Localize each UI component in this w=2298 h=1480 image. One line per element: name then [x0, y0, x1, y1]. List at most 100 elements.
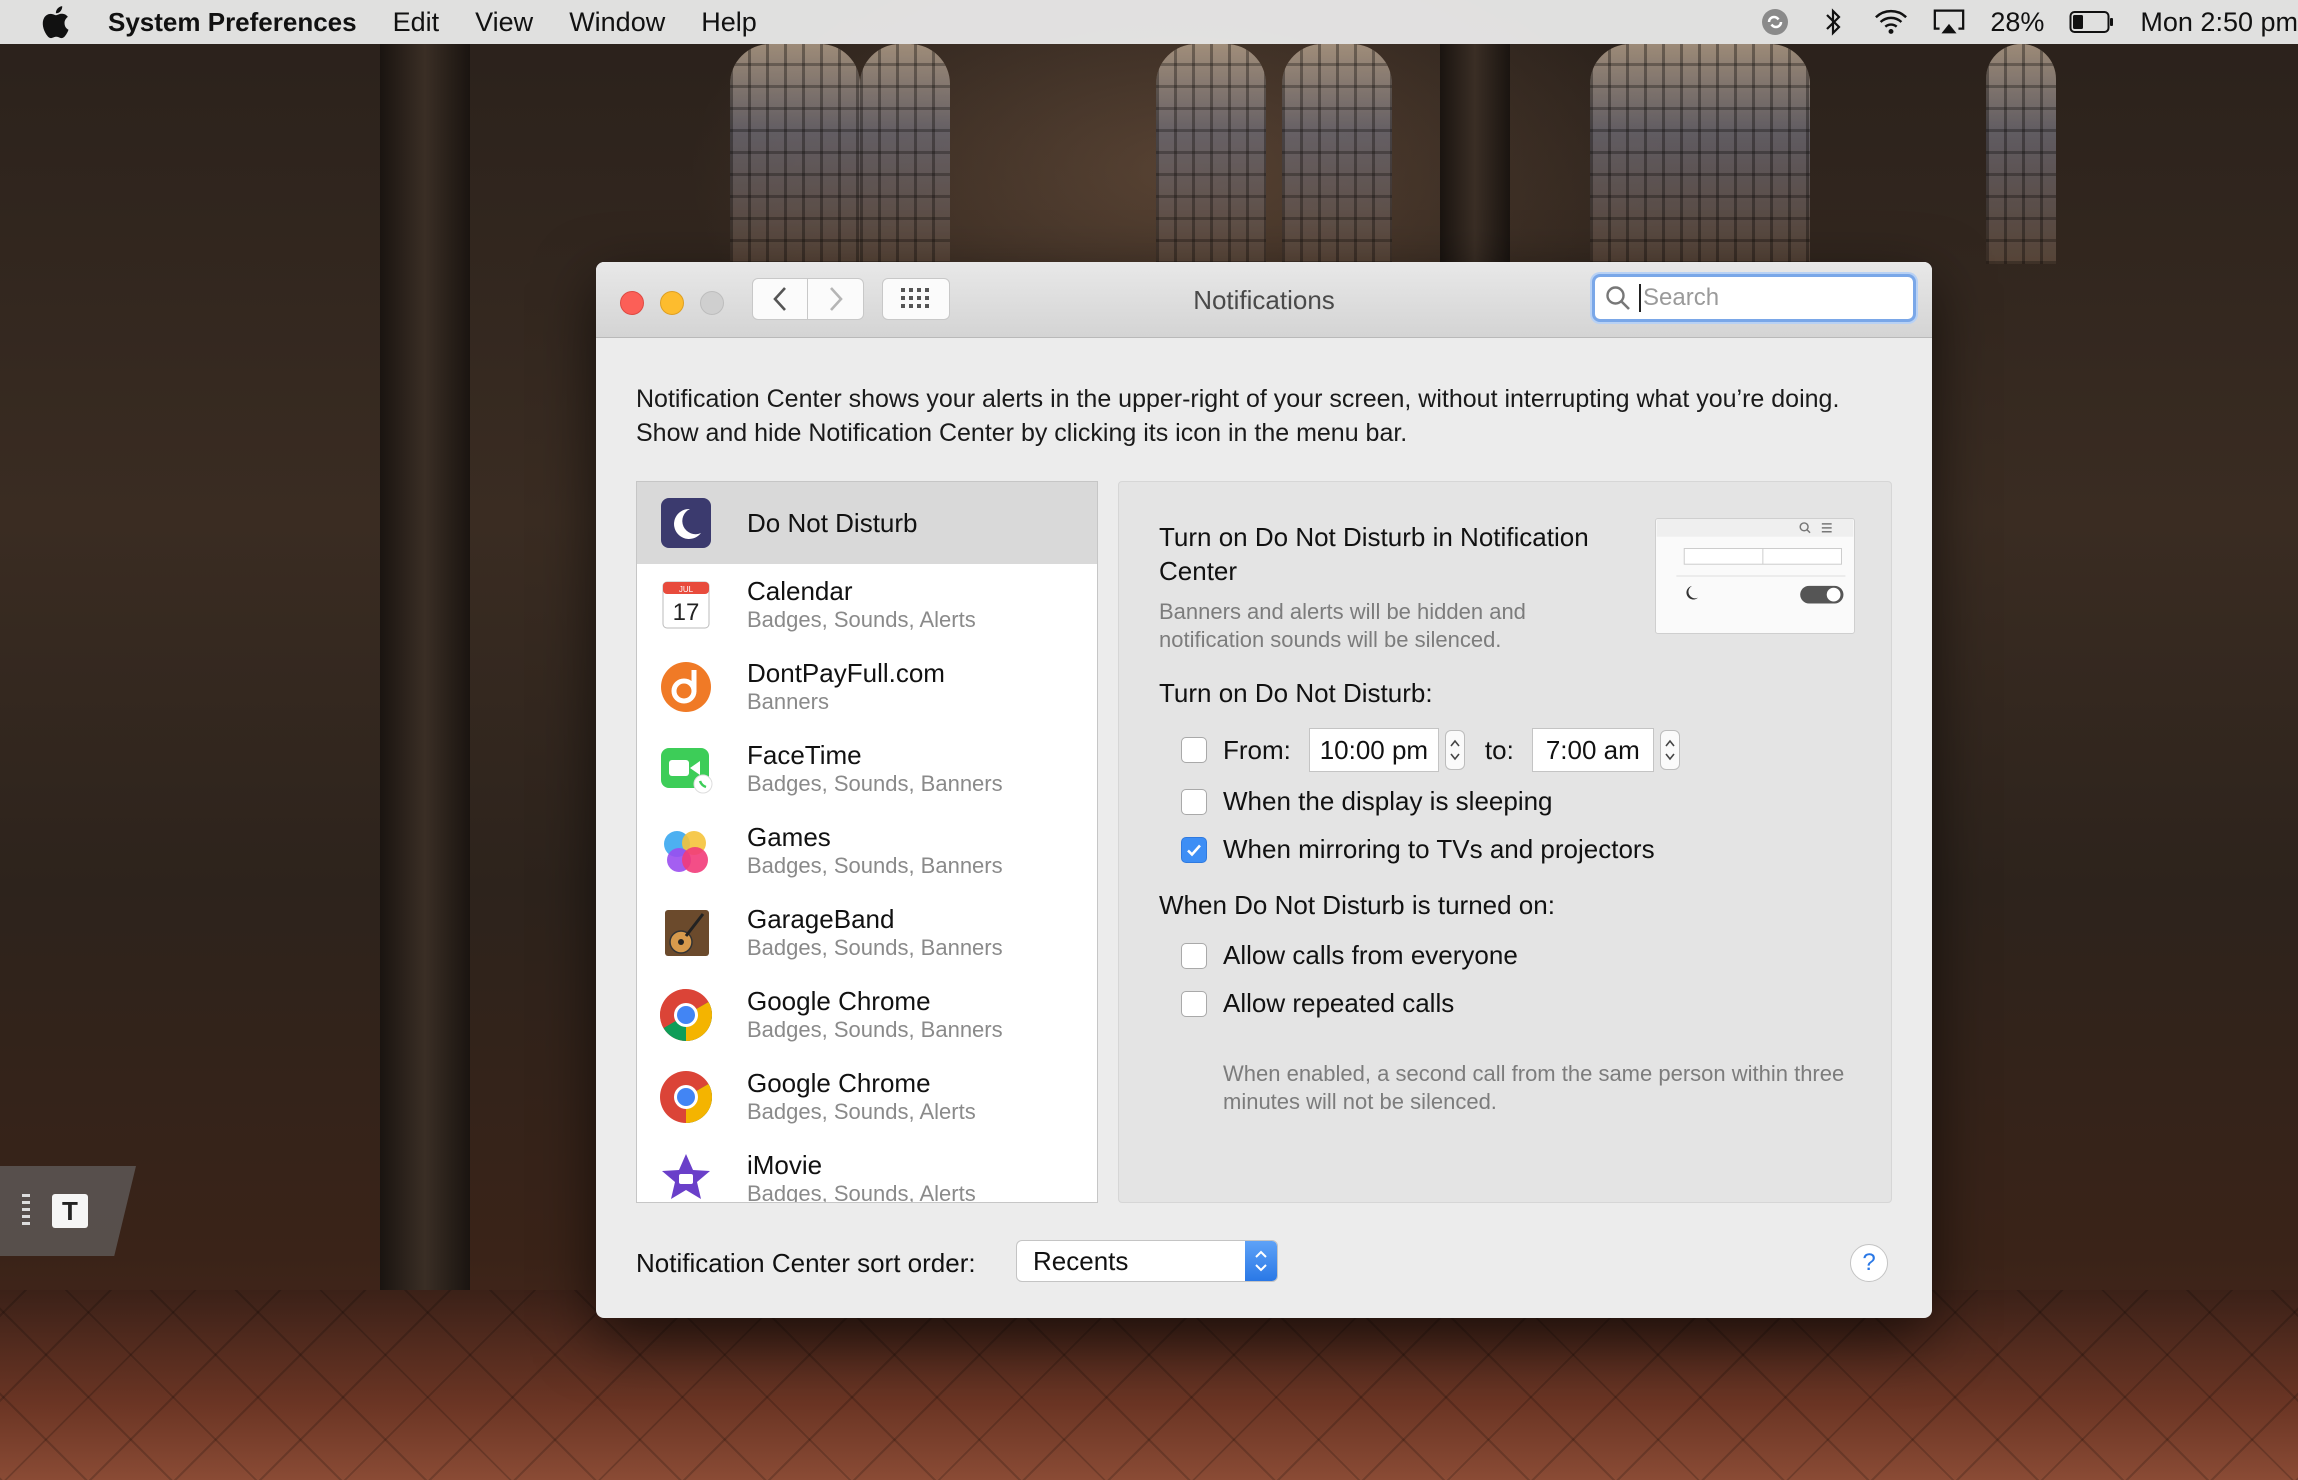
mirroring-checkbox[interactable]	[1181, 836, 1207, 863]
checkmark-icon	[1187, 844, 1201, 856]
sort-order-select[interactable]: Recents	[1016, 1240, 1278, 1282]
creative-cloud-icon[interactable]	[1758, 7, 1792, 37]
list-item-games[interactable]: Games Badges, Sounds, Banners	[637, 810, 1097, 892]
chevron-right-icon	[829, 287, 843, 311]
notifications-window: Notifications Notification Center shows …	[596, 262, 1932, 1318]
repeated-note: When enabled, a second call from the sam…	[1223, 1061, 1845, 1114]
menu-app-name[interactable]: System Preferences	[108, 7, 357, 37]
facetime-icon	[661, 748, 713, 794]
app-alert-style: Banners	[747, 689, 829, 714]
close-button[interactable]	[620, 291, 644, 315]
intro-text: Notification Center shows your alerts in…	[636, 385, 1840, 447]
minimize-button[interactable]	[660, 291, 684, 315]
app-name: GarageBand	[747, 904, 895, 934]
list-item-calendar[interactable]: JUL 17 Calendar Badges, Sounds, Alerts	[637, 564, 1097, 646]
airplay-icon[interactable]	[1932, 7, 1966, 37]
bg-pillar	[380, 44, 470, 1480]
stepper-arrows-icon	[1450, 739, 1460, 761]
app-alert-style: Badges, Sounds, Alerts	[747, 1181, 976, 1203]
sort-order-value: Recents	[1033, 1245, 1129, 1276]
select-arrows-icon	[1245, 1241, 1277, 1281]
bg-stained-glass	[860, 44, 950, 264]
mirroring-row: When mirroring to TVs and projectors	[1181, 834, 1655, 865]
text-tool-widget[interactable]: T	[0, 1166, 136, 1256]
apple-icon[interactable]	[40, 4, 72, 40]
game-center-icon	[664, 831, 708, 873]
to-time-stepper[interactable]	[1659, 730, 1680, 770]
app-name: Google Chrome	[747, 1068, 931, 1098]
back-button[interactable]	[752, 278, 808, 320]
app-name: Do Not Disturb	[747, 508, 918, 538]
list-item-chrome[interactable]: Google Chrome Badges, Sounds, Alerts	[637, 1056, 1097, 1138]
zoom-button[interactable]	[700, 291, 724, 315]
notification-center-preview	[1655, 518, 1855, 634]
from-time-field[interactable]: 10:00 pm	[1308, 728, 1439, 772]
forward-button[interactable]	[808, 278, 864, 320]
chrome-icon	[660, 989, 712, 1041]
to-time-field[interactable]: 7:00 am	[1531, 728, 1654, 772]
app-alert-style: Badges, Sounds, Alerts	[747, 1099, 976, 1124]
list-item-imovie[interactable]: iMovie Badges, Sounds, Alerts	[637, 1138, 1097, 1203]
list-item-garageband[interactable]: GarageBand Badges, Sounds, Banners	[637, 892, 1097, 974]
show-all-button[interactable]	[882, 278, 950, 320]
bluetooth-icon[interactable]	[1816, 7, 1850, 37]
repeated-checkbox[interactable]	[1181, 990, 1207, 1017]
bg-floor	[0, 1290, 2298, 1480]
app-alert-style: Badges, Sounds, Banners	[747, 935, 1003, 960]
stepper-arrows-icon	[1665, 739, 1675, 761]
bg-stained-glass	[1156, 44, 1266, 264]
chevron-left-icon	[773, 287, 786, 311]
from-time-stepper[interactable]	[1444, 730, 1465, 770]
app-name: Games	[747, 822, 831, 852]
menu-bar: System Preferences Edit View Window Help…	[0, 0, 2298, 44]
do-not-disturb-panel: Turn on Do Not Disturb in Notification C…	[1118, 481, 1892, 1203]
title-bar: Notifications	[596, 262, 1932, 338]
imovie-icon	[662, 1154, 710, 1199]
app-name: DontPayFull.com	[747, 658, 945, 688]
battery-icon[interactable]	[2068, 7, 2116, 37]
bg-stained-glass	[1282, 44, 1392, 264]
search-input[interactable]	[1639, 284, 1889, 312]
app-alert-style: Badges, Sounds, Alerts	[747, 607, 976, 632]
battery-percent[interactable]: 28%	[1990, 7, 2044, 38]
search-field[interactable]	[1592, 274, 1916, 322]
list-item-dontpayfull[interactable]: DontPayFull.com Banners	[637, 646, 1097, 728]
when-on-heading: When Do Not Disturb is turned on:	[1159, 890, 1555, 920]
mirroring-label[interactable]: When mirroring to TVs and projectors	[1223, 834, 1655, 865]
chrome-icon	[660, 1071, 712, 1123]
bg-stained-glass	[1590, 44, 1810, 264]
to-label: to:	[1484, 734, 1514, 765]
app-list[interactable]: Do Not Disturb JUL 17 Calendar Badges, S…	[636, 481, 1098, 1203]
text-tool-icon[interactable]: T	[52, 1194, 88, 1228]
app-name: FaceTime	[747, 740, 862, 770]
repeated-row: Allow repeated calls	[1181, 988, 1454, 1019]
repeated-label[interactable]: Allow repeated calls	[1223, 988, 1454, 1019]
drag-handle-icon[interactable]	[22, 1194, 30, 1228]
garageband-icon	[665, 910, 709, 956]
list-item-do-not-disturb[interactable]: Do Not Disturb	[637, 482, 1097, 564]
help-button[interactable]: ?	[1850, 1244, 1888, 1282]
status-area: 28% Mon 2:50 pm	[1758, 7, 2298, 38]
bg-stained-glass	[730, 44, 860, 264]
list-item-facetime[interactable]: FaceTime Badges, Sounds, Banners	[637, 728, 1097, 810]
sleeping-checkbox[interactable]	[1181, 788, 1207, 815]
calendar-icon-day: 17	[673, 599, 700, 626]
menu-view[interactable]: View	[475, 7, 533, 38]
list-item-chrome[interactable]: Google Chrome Badges, Sounds, Banners	[637, 974, 1097, 1056]
from-label: From:	[1223, 734, 1291, 765]
menu-edit[interactable]: Edit	[393, 7, 440, 38]
sleeping-label[interactable]: When the display is sleeping	[1223, 786, 1553, 817]
app-name: Calendar	[747, 576, 853, 606]
calendar-icon-month: JUL	[679, 585, 694, 594]
app-alert-style: Badges, Sounds, Banners	[747, 853, 1003, 878]
menu-help[interactable]: Help	[701, 7, 757, 38]
calls-checkbox[interactable]	[1181, 942, 1207, 969]
wifi-icon[interactable]	[1874, 7, 1908, 37]
sort-order-label: Notification Center sort order:	[636, 1248, 976, 1278]
calls-label[interactable]: Allow calls from everyone	[1223, 940, 1518, 971]
from-row: From: 10:00 pm to: 7:00 am	[1181, 728, 1680, 772]
nav-buttons	[752, 278, 864, 320]
menu-window[interactable]: Window	[569, 7, 665, 38]
clock[interactable]: Mon 2:50 pm	[2140, 7, 2298, 38]
from-checkbox[interactable]	[1181, 737, 1207, 763]
